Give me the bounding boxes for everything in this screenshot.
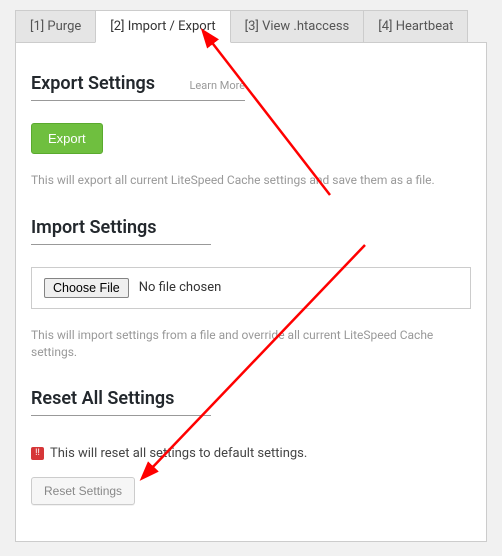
learn-more-link[interactable]: Learn More: [189, 79, 245, 92]
reset-note: !! This will reset all settings to defau…: [31, 446, 471, 461]
import-section: Import Settings Choose File No file chos…: [31, 217, 471, 361]
import-title: Import Settings: [31, 217, 211, 245]
file-status-text: No file chosen: [139, 280, 222, 295]
tab-import-export[interactable]: [2] Import / Export: [95, 10, 230, 43]
settings-panel: Export Settings Learn More Export This w…: [15, 42, 487, 542]
reset-section: Reset All Settings !! This will reset al…: [31, 388, 471, 505]
export-description: This will export all current LiteSpeed C…: [31, 172, 471, 189]
export-button[interactable]: Export: [31, 123, 103, 154]
import-description: This will import settings from a file an…: [31, 327, 471, 361]
tab-view-htaccess[interactable]: [3] View .htaccess: [230, 10, 365, 43]
choose-file-button[interactable]: Choose File: [44, 278, 129, 298]
reset-settings-button[interactable]: Reset Settings: [31, 477, 135, 505]
reset-title: Reset All Settings: [31, 388, 211, 416]
tab-purge[interactable]: [1] Purge: [15, 10, 96, 43]
file-input-wrap: Choose File No file chosen: [31, 267, 471, 309]
export-title: Export Settings Learn More: [31, 73, 245, 101]
export-section: Export Settings Learn More Export This w…: [31, 73, 471, 189]
reset-note-text: This will reset all settings to default …: [50, 446, 307, 461]
export-title-text: Export Settings: [31, 73, 155, 94]
tab-heartbeat[interactable]: [4] Heartbeat: [363, 10, 468, 43]
warning-icon: !!: [31, 447, 44, 460]
tabs-nav: [1] Purge [2] Import / Export [3] View .…: [0, 0, 502, 43]
